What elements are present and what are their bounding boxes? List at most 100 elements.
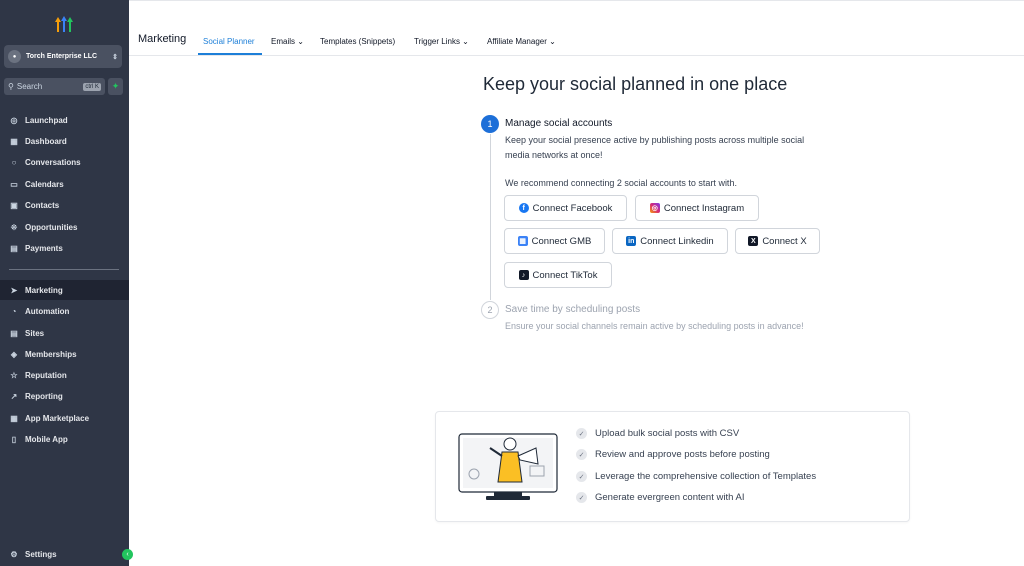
- bolt-icon: ✦: [111, 81, 120, 91]
- account-name: Torch Enterprise LLC: [26, 53, 98, 60]
- sidebar-item-label: Sites: [25, 328, 45, 338]
- search-icon: ⚲: [8, 82, 14, 91]
- sidebar-item-label: Calendars: [25, 179, 64, 189]
- sidebar-item-label: Payments: [25, 243, 63, 253]
- sidebar-item-label: Reputation: [25, 370, 67, 380]
- sidebar-item-opportunities[interactable]: ⁜ Opportunities: [0, 217, 129, 237]
- account-avatar: ●: [8, 50, 21, 63]
- instagram-icon: ◎: [649, 203, 660, 213]
- feature-item: ✓ Review and approve posts before postin…: [576, 449, 770, 460]
- app-logo[interactable]: [52, 12, 76, 36]
- facebook-icon: f: [518, 203, 529, 213]
- chevron-left-icon: ‹: [126, 551, 129, 558]
- quick-action-button[interactable]: ✦: [108, 78, 123, 95]
- collapse-sidebar-button[interactable]: ‹: [122, 549, 133, 560]
- feature-text: Generate evergreen content with AI: [595, 492, 745, 503]
- sidebar-item-launchpad[interactable]: ◎ Launchpad: [0, 110, 129, 130]
- sidebar-item-reporting[interactable]: ↗ Reporting: [0, 386, 129, 406]
- tab-trigger-links[interactable]: Trigger Links ⌄: [414, 37, 469, 46]
- step-1-desc-line2: media networks at once!: [505, 150, 603, 160]
- sidebar-item-marketing[interactable]: ➤ Marketing: [0, 280, 129, 300]
- step-2-title: Save time by scheduling posts: [505, 304, 641, 315]
- button-label: Connect TikTok: [532, 269, 598, 281]
- search-input[interactable]: ⚲ Search ctrl K: [4, 78, 105, 95]
- connect-tiktok-button[interactable]: ♪ Connect TikTok: [504, 262, 612, 288]
- button-label: Connect Instagram: [663, 202, 745, 214]
- button-label: Connect GMB: [531, 235, 592, 247]
- feature-item: ✓ Generate evergreen content with AI: [576, 492, 744, 503]
- step-2-desc: Ensure your social channels remain activ…: [505, 321, 804, 331]
- send-icon: ➤: [10, 285, 18, 295]
- connect-x-button[interactable]: X Connect X: [735, 228, 820, 254]
- step-connector: [490, 134, 491, 300]
- search-placeholder: Search: [16, 82, 43, 91]
- tab-social-planner[interactable]: Social Planner: [203, 37, 255, 46]
- tab-templates[interactable]: Templates (Snippets): [320, 37, 395, 46]
- feature-card: ✓ Upload bulk social posts with CSV ✓ Re…: [435, 411, 910, 522]
- sidebar-item-label: Reporting: [25, 391, 63, 401]
- star-icon: ☆: [10, 370, 18, 380]
- marketing-illustration: [458, 433, 558, 500]
- step-1-indicator: 1: [481, 115, 499, 133]
- sidebar-item-payments[interactable]: ▤ Payments: [0, 238, 129, 258]
- sidebar-item-label: Dashboard: [25, 136, 67, 146]
- feature-item: ✓ Upload bulk social posts with CSV: [576, 428, 739, 439]
- sidebar-item-sites[interactable]: ▤ Sites: [0, 323, 129, 343]
- apps-icon: ▦: [10, 413, 18, 423]
- main-heading: Keep your social planned in one place: [483, 74, 788, 94]
- connect-linkedin-button[interactable]: in Connect Linkedin: [612, 228, 728, 254]
- search-shortcut: ctrl K: [83, 82, 101, 91]
- rocket-icon: ◎: [10, 115, 18, 125]
- step-2-indicator: 2: [481, 301, 499, 319]
- sidebar-item-memberships[interactable]: ◈ Memberships: [0, 344, 129, 364]
- linkedin-icon: in: [626, 236, 637, 246]
- feature-text: Review and approve posts before posting: [595, 449, 770, 460]
- chevron-updown-icon: ⇕: [112, 53, 118, 61]
- x-icon: X: [748, 236, 759, 246]
- google-business-icon: ▦: [517, 236, 528, 246]
- sidebar-item-label: Marketing: [25, 285, 63, 295]
- sidebar-item-label: Contacts: [25, 200, 60, 210]
- connect-facebook-button[interactable]: f Connect Facebook: [504, 195, 627, 221]
- badge-icon: ◈: [10, 349, 18, 359]
- sidebar: ● Torch Enterprise LLC ⇕ ⚲ Search ctrl K…: [0, 0, 133, 566]
- connect-gmb-button[interactable]: ▦ Connect GMB: [504, 228, 605, 254]
- gear-icon: ⚙: [10, 549, 18, 559]
- trend-icon: ↗: [10, 391, 18, 401]
- phone-icon: ▯: [11, 434, 17, 444]
- connect-instagram-button[interactable]: ◎ Connect Instagram: [635, 195, 759, 221]
- top-navigation: Marketing Social Planner Emails ⌄ Templa…: [129, 0, 1024, 56]
- funnel-icon: ⁜: [10, 222, 18, 232]
- sidebar-item-label: Launchpad: [25, 115, 68, 125]
- button-label: Connect Facebook: [532, 202, 613, 214]
- sidebar-item-mobile-app[interactable]: ▯ Mobile App: [0, 429, 129, 449]
- feature-text: Upload bulk social posts with CSV: [595, 428, 740, 439]
- tab-emails[interactable]: Emails ⌄: [271, 37, 304, 46]
- button-label: Connect Linkedin: [640, 235, 714, 247]
- check-icon: ✓: [576, 471, 587, 482]
- sidebar-item-calendars[interactable]: ▭ Calendars: [0, 174, 129, 194]
- sidebar-item-automation[interactable]: ◔ Automation: [0, 301, 129, 321]
- sidebar-item-label: App Marketplace: [25, 413, 90, 423]
- step-1-recommendation: We recommend connecting 2 social account…: [505, 178, 737, 188]
- payment-icon: ▤: [10, 243, 18, 253]
- sites-icon: ▤: [10, 328, 18, 338]
- check-icon: ✓: [576, 492, 587, 503]
- tab-affiliate-manager[interactable]: Affiliate Manager ⌄: [487, 37, 556, 46]
- sidebar-item-contacts[interactable]: ▣ Contacts: [0, 195, 129, 215]
- account-switcher[interactable]: ● Torch Enterprise LLC ⇕: [4, 45, 122, 68]
- feature-item: ✓ Leverage the comprehensive collection …: [576, 471, 816, 482]
- automation-icon: ◔: [11, 306, 17, 316]
- sidebar-item-app-marketplace[interactable]: ▦ App Marketplace: [0, 408, 129, 428]
- sidebar-item-reputation[interactable]: ☆ Reputation: [0, 365, 129, 385]
- sidebar-item-conversations[interactable]: ○ Conversations: [0, 152, 129, 172]
- sidebar-divider: [9, 269, 119, 270]
- step-1-desc-line1: Keep your social presence active by publ…: [505, 135, 805, 145]
- step-1-title: Manage social accounts: [505, 118, 613, 129]
- sidebar-item-settings[interactable]: ⚙ Settings: [0, 544, 129, 564]
- sidebar-item-label: Automation: [25, 306, 70, 316]
- sidebar-item-label: Mobile App: [25, 434, 68, 444]
- sidebar-item-dashboard[interactable]: ▦ Dashboard: [0, 131, 129, 151]
- feature-text: Leverage the comprehensive collection of…: [595, 471, 817, 482]
- active-tab-indicator: [198, 53, 262, 55]
